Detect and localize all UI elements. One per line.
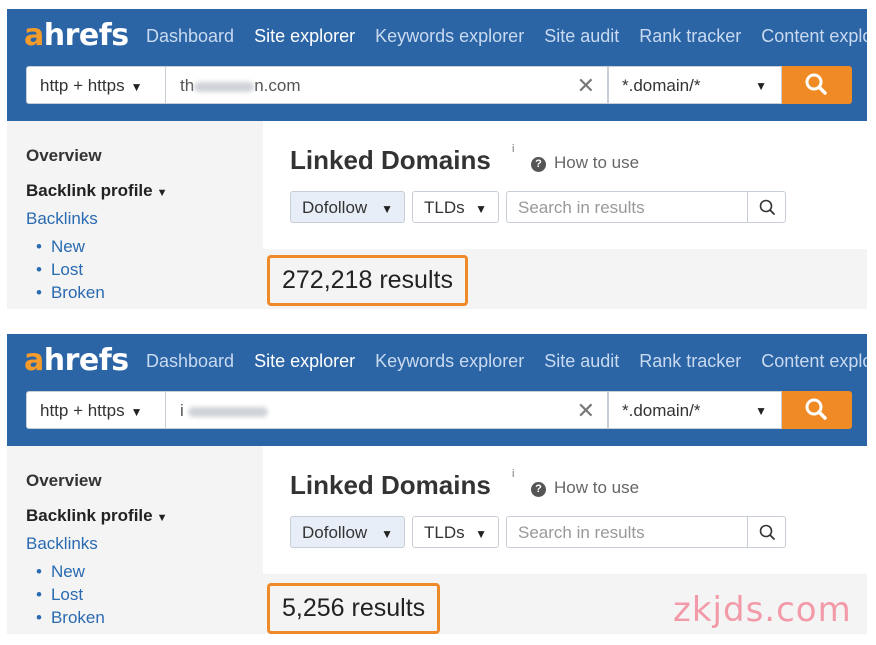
redacted-blur bbox=[187, 406, 268, 417]
search-results-button[interactable] bbox=[747, 517, 785, 547]
sidebar-item-broken[interactable]: • Broken bbox=[36, 608, 105, 628]
caret-down-icon: ▼ bbox=[755, 79, 767, 93]
caret-down-icon: ▼ bbox=[381, 202, 393, 216]
search-results-input[interactable]: Search in results bbox=[506, 191, 786, 223]
sidebar-item-broken[interactable]: • Broken bbox=[36, 283, 105, 303]
sidebar-item-new[interactable]: • New bbox=[36, 562, 85, 582]
close-icon[interactable]: ✕ bbox=[577, 73, 595, 99]
bullet-icon: • bbox=[36, 585, 42, 604]
nav-rank-tracker[interactable]: Rank tracker bbox=[639, 26, 741, 47]
redacted-blur bbox=[194, 81, 255, 92]
sidebar-backlink-profile[interactable]: Backlink profile ▼ bbox=[26, 181, 168, 201]
screenshot-panel-2: ahrefs Dashboard Site explorer Keywords … bbox=[7, 334, 867, 634]
nav-keywords-explorer[interactable]: Keywords explorer bbox=[375, 26, 524, 47]
search-icon bbox=[805, 398, 827, 420]
caret-down-icon: ▼ bbox=[156, 187, 168, 199]
url-input[interactable]: i ✕ bbox=[166, 391, 608, 429]
sidebar-item-lost[interactable]: • Lost bbox=[36, 260, 83, 280]
sidebar-backlinks[interactable]: Backlinks bbox=[26, 209, 98, 229]
bullet-icon: • bbox=[36, 237, 42, 256]
search-icon bbox=[759, 524, 775, 540]
results-count: 5,256 results bbox=[267, 583, 441, 634]
caret-down-icon: ▼ bbox=[130, 80, 143, 94]
bullet-icon: • bbox=[36, 283, 42, 302]
nav-site-explorer[interactable]: Site explorer bbox=[254, 26, 355, 47]
sidebar: Overview Backlink profile ▼ Backlinks • Ne… bbox=[7, 446, 263, 634]
close-icon[interactable]: ✕ bbox=[577, 398, 595, 424]
nav-dashboard[interactable]: Dashboard bbox=[146, 26, 234, 47]
question-icon: ? bbox=[531, 157, 546, 172]
tlds-filter[interactable]: TLDs ▼ bbox=[412, 516, 499, 548]
search-placeholder: Search in results bbox=[518, 523, 645, 542]
nav-site-audit[interactable]: Site audit bbox=[544, 351, 619, 372]
ahrefs-logo[interactable]: ahrefs bbox=[24, 343, 129, 378]
dofollow-filter[interactable]: Dofollow ▼ bbox=[290, 191, 405, 223]
bullet-icon: • bbox=[36, 608, 42, 627]
search-icon bbox=[805, 73, 827, 95]
dofollow-filter[interactable]: Dofollow ▼ bbox=[290, 516, 405, 548]
url-value: th n.com bbox=[180, 76, 301, 95]
main-content: Linked Domains i ? How to use Dofollow ▼ T… bbox=[263, 121, 867, 249]
page-title: Linked Domains bbox=[290, 145, 491, 175]
nav-keywords-explorer[interactable]: Keywords explorer bbox=[375, 351, 524, 372]
watermark: zkjds.com bbox=[673, 590, 852, 630]
sidebar-item-lost[interactable]: • Lost bbox=[36, 585, 83, 605]
screenshot-panel-1: ahrefs Dashboard Site explorer Keywords … bbox=[7, 9, 867, 309]
protocol-select[interactable]: http + https ▼ bbox=[26, 66, 166, 104]
caret-down-icon: ▼ bbox=[755, 404, 767, 418]
top-navbar: ahrefs Dashboard Site explorer Keywords … bbox=[7, 334, 867, 446]
main-nav: Dashboard Site explorer Keywords explore… bbox=[146, 351, 867, 372]
search-row: http + https ▼ th n.com ✕ *.domain/* ▼ bbox=[26, 66, 852, 104]
url-value: i bbox=[180, 401, 268, 421]
mode-select[interactable]: *.domain/* ▼ bbox=[608, 66, 782, 104]
search-placeholder: Search in results bbox=[518, 198, 645, 217]
how-to-use-link[interactable]: ? How to use bbox=[531, 478, 639, 498]
search-button[interactable] bbox=[782, 391, 852, 429]
nav-site-explorer[interactable]: Site explorer bbox=[254, 351, 355, 372]
nav-site-audit[interactable]: Site audit bbox=[544, 26, 619, 47]
sidebar: Overview Backlink profile ▼ Backlinks • Ne… bbox=[7, 121, 263, 309]
protocol-select[interactable]: http + https ▼ bbox=[26, 391, 166, 429]
search-results-input[interactable]: Search in results bbox=[506, 516, 786, 548]
search-button[interactable] bbox=[782, 66, 852, 104]
sidebar-overview[interactable]: Overview bbox=[26, 471, 102, 491]
question-icon: ? bbox=[531, 482, 546, 497]
info-icon[interactable]: i bbox=[512, 468, 514, 480]
main-nav: Dashboard Site explorer Keywords explore… bbox=[146, 26, 867, 47]
ahrefs-logo[interactable]: ahrefs bbox=[24, 18, 129, 53]
bullet-icon: • bbox=[36, 260, 42, 279]
url-input[interactable]: th n.com ✕ bbox=[166, 66, 608, 104]
caret-down-icon: ▼ bbox=[156, 512, 168, 524]
page-title: Linked Domains bbox=[290, 470, 491, 500]
nav-content-explorer[interactable]: Content explo bbox=[761, 26, 867, 47]
info-icon[interactable]: i bbox=[512, 143, 514, 155]
nav-content-explorer[interactable]: Content explo bbox=[761, 351, 867, 372]
caret-down-icon: ▼ bbox=[475, 202, 487, 216]
main-content: Linked Domains i ? How to use Dofollow ▼ T… bbox=[263, 446, 867, 574]
results-count: 272,218 results bbox=[267, 255, 468, 306]
sidebar-backlinks[interactable]: Backlinks bbox=[26, 534, 98, 554]
mode-select[interactable]: *.domain/* ▼ bbox=[608, 391, 782, 429]
search-row: http + https ▼ i ✕ *.domain/* ▼ bbox=[26, 391, 852, 429]
search-results-button[interactable] bbox=[747, 192, 785, 222]
nav-dashboard[interactable]: Dashboard bbox=[146, 351, 234, 372]
caret-down-icon: ▼ bbox=[381, 527, 393, 541]
search-icon bbox=[759, 199, 775, 215]
sidebar-backlink-profile[interactable]: Backlink profile ▼ bbox=[26, 506, 168, 526]
bullet-icon: • bbox=[36, 562, 42, 581]
caret-down-icon: ▼ bbox=[475, 527, 487, 541]
nav-rank-tracker[interactable]: Rank tracker bbox=[639, 351, 741, 372]
tlds-filter[interactable]: TLDs ▼ bbox=[412, 191, 499, 223]
how-to-use-link[interactable]: ? How to use bbox=[531, 153, 639, 173]
sidebar-overview[interactable]: Overview bbox=[26, 146, 102, 166]
top-navbar: ahrefs Dashboard Site explorer Keywords … bbox=[7, 9, 867, 121]
sidebar-item-new[interactable]: • New bbox=[36, 237, 85, 257]
caret-down-icon: ▼ bbox=[130, 405, 143, 419]
